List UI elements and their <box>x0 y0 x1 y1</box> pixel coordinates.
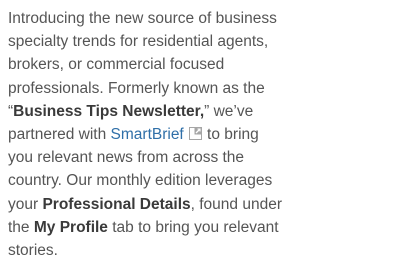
to-bring-text: to bring <box>202 126 259 144</box>
intro-line-9: your Professional Details, found under <box>8 193 388 216</box>
intro-line-11: stories. <box>8 242 58 260</box>
intro-line-10: the My Profile tab to bring you relevant <box>8 216 388 239</box>
external-link-icon[interactable] <box>188 127 202 141</box>
close-quote-text: ” we’ve <box>204 102 254 120</box>
intro-line-3: brokers, or commercial focused <box>8 56 225 74</box>
intro-line-1: Introducing the new source of business <box>8 10 277 27</box>
newsletter-intro-paragraph: Introducing the new source of business s… <box>8 7 388 262</box>
newsletter-name: Business Tips Newsletter, <box>13 102 205 120</box>
smartbrief-link[interactable]: SmartBrief <box>111 126 184 143</box>
intro-line-6: partnered with SmartBrief to bring <box>8 123 388 146</box>
intro-line-5: “Business Tips Newsletter,” we’ve <box>8 100 388 123</box>
professional-details-label: Professional Details <box>42 195 191 213</box>
partnered-with-text: partnered with <box>8 126 111 144</box>
your-text: your <box>8 195 43 213</box>
intro-line-7: you relevant news from across the <box>8 149 245 167</box>
intro-line-8: country. Our monthly edition leverages <box>8 172 273 190</box>
intro-line-2: specialty trends for residential agents, <box>8 33 269 51</box>
my-profile-label: My Profile <box>33 218 108 236</box>
found-under-text: , found under <box>190 195 282 213</box>
intro-line-4: professionals. Formerly known as the <box>8 79 265 97</box>
tab-text: tab to bring you relevant <box>107 218 279 236</box>
the-text: the <box>8 218 34 236</box>
